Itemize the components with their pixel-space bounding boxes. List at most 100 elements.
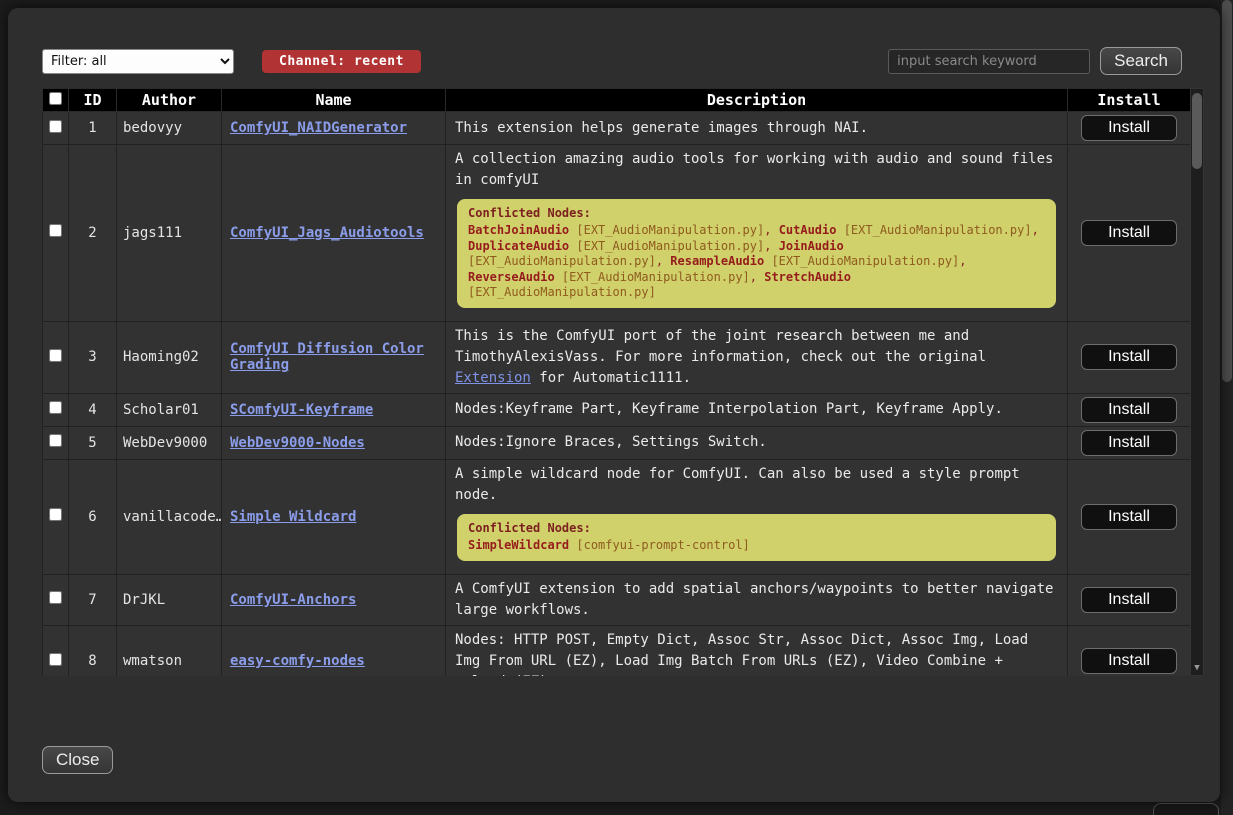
conflict-node-name: DuplicateAudio — [468, 239, 569, 253]
conflict-node-source: [EXT_AudioManipulation.py] — [468, 254, 656, 268]
description-text: A ComfyUI extension to add spatial ancho… — [455, 579, 1058, 621]
page-scrollbar-thumb[interactable] — [1222, 0, 1232, 382]
row-checkbox[interactable] — [49, 653, 62, 666]
row-id: 2 — [69, 145, 117, 322]
install-button[interactable]: Install — [1081, 115, 1177, 141]
row-checkbox[interactable] — [49, 591, 62, 604]
description-text: Nodes: HTTP POST, Empty Dict, Assoc Str,… — [455, 630, 1058, 676]
table-row: 4Scholar01SComfyUI-KeyframeNodes:Keyfram… — [43, 393, 1191, 426]
row-checkbox[interactable] — [49, 508, 62, 521]
install-button[interactable]: Install — [1081, 504, 1177, 530]
row-checkbox[interactable] — [49, 120, 62, 133]
header-name: Name — [222, 89, 446, 112]
row-name-cell: ComfyUI Diffusion Color Grading — [222, 321, 446, 393]
conflict-node-name: ResampleAudio — [670, 254, 764, 268]
conflict-node-source: [comfyui-prompt-control] — [569, 538, 750, 552]
install-button[interactable]: Install — [1081, 648, 1177, 674]
header-author: Author — [117, 89, 222, 112]
row-name-cell: easy-comfy-nodes — [222, 625, 446, 676]
row-description-cell: This is the ComfyUI port of the joint re… — [446, 321, 1068, 393]
install-button[interactable]: Install — [1081, 430, 1177, 456]
row-id: 7 — [69, 574, 117, 625]
page-scrollbar[interactable] — [1221, 0, 1233, 815]
conflict-node-name: JoinAudio — [779, 239, 844, 253]
scrollbar-down-arrow-icon[interactable]: ▼ — [1191, 662, 1203, 674]
row-checkbox-cell — [43, 459, 69, 574]
conflict-node-name: CutAudio — [779, 223, 837, 237]
page-background: Filter: all Channel: recent Search ID — [0, 0, 1233, 815]
node-name-link[interactable]: ComfyUI_Jags_Audiotools — [230, 225, 424, 241]
row-name-cell: SComfyUI-Keyframe — [222, 393, 446, 426]
filter-select[interactable]: Filter: all — [42, 49, 234, 74]
node-name-link[interactable]: SComfyUI-Keyframe — [230, 402, 373, 418]
row-checkbox-cell — [43, 393, 69, 426]
row-checkbox[interactable] — [49, 349, 62, 362]
table-row: 6vanillacode…Simple WildcardA simple wil… — [43, 459, 1191, 574]
dialog-toolbar: Filter: all Channel: recent Search — [8, 8, 1220, 85]
row-description-cell: A collection amazing audio tools for wor… — [446, 145, 1068, 322]
row-install-cell: Install — [1068, 393, 1191, 426]
row-install-cell: Install — [1068, 112, 1191, 145]
row-install-cell: Install — [1068, 459, 1191, 574]
header-checkbox-cell — [43, 89, 69, 112]
node-name-link[interactable]: ComfyUI_NAIDGenerator — [230, 120, 407, 136]
select-all-checkbox[interactable] — [49, 92, 62, 105]
row-name-cell: ComfyUI_NAIDGenerator — [222, 112, 446, 145]
header-id: ID — [69, 89, 117, 112]
install-button[interactable]: Install — [1081, 220, 1177, 246]
table-scrollbar-thumb[interactable] — [1192, 93, 1202, 169]
row-id: 6 — [69, 459, 117, 574]
row-author: DrJKL — [117, 574, 222, 625]
node-name-link[interactable]: Simple Wildcard — [230, 509, 356, 525]
install-button[interactable]: Install — [1081, 344, 1177, 370]
table-row: 7DrJKL ComfyUI-Anchors A ComfyUI extension… — [43, 574, 1191, 625]
conflicted-nodes-box: Conflicted Nodes:SimpleWildcard [comfyui… — [457, 514, 1056, 561]
table-row: 3Haoming02ComfyUI Diffusion Color Gradin… — [43, 321, 1191, 393]
node-name-link[interactable]: easy-comfy-nodes — [230, 653, 365, 669]
close-button[interactable]: Close — [42, 746, 113, 774]
node-name-link[interactable]: WebDev9000-Nodes — [230, 435, 365, 451]
conflict-node-name: StretchAudio — [764, 270, 851, 284]
row-install-cell: Install — [1068, 426, 1191, 459]
description-link[interactable]: Extension — [455, 370, 531, 386]
row-checkbox[interactable] — [49, 401, 62, 414]
table-body: 1bedovyyComfyUI_NAIDGeneratorThis extens… — [43, 112, 1191, 677]
row-checkbox-cell — [43, 321, 69, 393]
description-text: Nodes:Keyframe Part, Keyframe Interpolat… — [455, 399, 1058, 420]
row-name-cell: ComfyUI_Jags_Audiotools — [222, 145, 446, 322]
node-name-link[interactable]: ComfyUI Diffusion Color Grading — [230, 341, 424, 373]
table-row: 8wmatsoneasy-comfy-nodesNodes: HTTP POST… — [43, 625, 1191, 676]
conflict-node-source: [EXT_AudioManipulation.py] — [569, 239, 764, 253]
install-button[interactable]: Install — [1081, 587, 1177, 613]
row-install-cell: Install — [1068, 625, 1191, 676]
conflict-node-source: [EXT_AudioManipulation.py] — [569, 223, 764, 237]
conflict-node-name: ReverseAudio — [468, 270, 555, 284]
row-install-cell: Install — [1068, 145, 1191, 322]
row-author: Scholar01 — [117, 393, 222, 426]
row-install-cell: Install — [1068, 574, 1191, 625]
description-text: This is the ComfyUI port of the joint re… — [455, 326, 1058, 389]
row-author: Haoming02 — [117, 321, 222, 393]
search-button[interactable]: Search — [1100, 47, 1182, 75]
row-checkbox-cell — [43, 625, 69, 676]
conflicted-nodes-box: Conflicted Nodes:BatchJoinAudio [EXT_Aud… — [457, 199, 1056, 308]
search-input[interactable] — [888, 49, 1090, 74]
row-name-cell: Simple Wildcard — [222, 459, 446, 574]
row-checkbox-cell — [43, 112, 69, 145]
row-description-cell: This extension helps generate images thr… — [446, 112, 1068, 145]
background-partial-button — [1153, 803, 1219, 815]
node-name-link[interactable]: ComfyUI-Anchors — [230, 592, 356, 608]
row-id: 1 — [69, 112, 117, 145]
table-scrollbar[interactable]: ▼ — [1190, 88, 1204, 676]
row-author: WebDev9000 — [117, 426, 222, 459]
header-description: Description — [446, 89, 1068, 112]
custom-nodes-dialog: Filter: all Channel: recent Search ID — [8, 8, 1220, 802]
row-description-cell: A simple wildcard node for ComfyUI. Can … — [446, 459, 1068, 574]
row-id: 5 — [69, 426, 117, 459]
install-button[interactable]: Install — [1081, 397, 1177, 423]
row-install-cell: Install — [1068, 321, 1191, 393]
conflict-node-source: [EXT_AudioManipulation.py] — [468, 285, 656, 299]
table-row: 1bedovyyComfyUI_NAIDGeneratorThis extens… — [43, 112, 1191, 145]
row-checkbox[interactable] — [49, 434, 62, 447]
row-checkbox[interactable] — [49, 224, 62, 237]
